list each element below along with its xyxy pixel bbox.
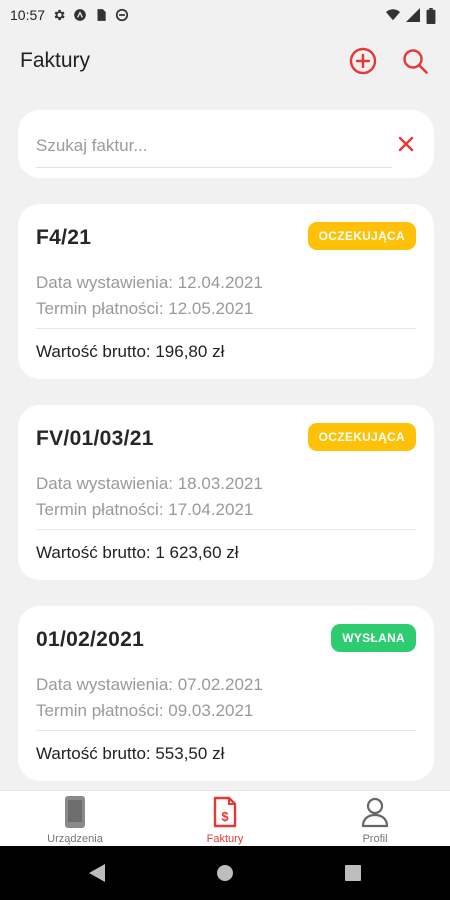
nav-label: Urządzenia [47, 833, 103, 845]
home-button[interactable] [213, 861, 237, 885]
invoice-card[interactable]: F4/21 OCZEKUJĄCA Data wystawienia: 12.04… [18, 204, 434, 379]
sd-card-icon [94, 8, 108, 22]
issue-date: Data wystawienia: 18.03.2021 [36, 474, 263, 493]
search-input[interactable] [36, 130, 392, 168]
invoice-card[interactable]: 01/02/2021 WYSŁANA Data wystawienia: 07.… [18, 606, 434, 781]
nav-label: Faktury [206, 833, 244, 845]
invoice-card[interactable]: FV/01/03/21 OCZEKUJĄCA Data wystawienia:… [18, 405, 434, 580]
battery-icon [426, 8, 440, 24]
divider [36, 328, 416, 329]
recents-icon [345, 865, 361, 881]
status-time: 10:57 [10, 7, 46, 23]
search-card [18, 110, 434, 178]
due-date: Termin płatności: 09.03.2021 [36, 701, 254, 720]
issue-date: Data wystawienia: 07.02.2021 [36, 675, 263, 694]
settings-icon [52, 8, 66, 22]
status-bar: 10:57 [0, 0, 450, 30]
invoice-number: 01/02/2021 [36, 628, 145, 651]
nav-item-profile[interactable]: Profil [300, 791, 450, 846]
search-button[interactable] [400, 46, 430, 76]
device-icon [58, 795, 92, 829]
home-icon [217, 865, 233, 881]
status-badge: WYSŁANA [331, 624, 416, 652]
back-button[interactable] [85, 861, 109, 885]
divider [36, 730, 416, 731]
back-icon [89, 864, 105, 882]
recents-button[interactable] [341, 861, 365, 885]
status-badge: OCZEKUJĄCA [307, 423, 416, 451]
wifi-icon [386, 8, 400, 22]
close-icon [398, 136, 414, 152]
signal-icon [406, 8, 420, 22]
status-left: 10:57 [10, 7, 129, 23]
gross-total: Wartość brutto: 1 623,60 zł [36, 543, 239, 562]
clear-search-button[interactable] [396, 134, 416, 154]
invoice-number: FV/01/03/21 [36, 427, 154, 450]
app-bar: Faktury [0, 30, 450, 92]
bottom-nav: Urządzenia $ Faktury Profil [0, 790, 450, 846]
gross-total: Wartość brutto: 553,50 zł [36, 744, 225, 763]
page-title: Faktury [20, 49, 91, 72]
due-date: Termin płatności: 12.05.2021 [36, 299, 254, 318]
due-date: Termin płatności: 17.04.2021 [36, 500, 254, 519]
nav-item-invoices[interactable]: $ Faktury [150, 791, 300, 846]
invoice-number: F4/21 [36, 226, 92, 249]
notification-icon [73, 8, 87, 22]
status-badge: OCZEKUJĄCA [307, 222, 416, 250]
invoice-list: F4/21 OCZEKUJĄCA Data wystawienia: 12.04… [18, 204, 434, 807]
profile-icon [358, 795, 392, 829]
invoice-icon: $ [208, 795, 242, 829]
add-circle-icon [349, 47, 377, 75]
divider [36, 529, 416, 530]
nav-label: Profil [362, 833, 388, 845]
add-invoice-button[interactable] [348, 46, 378, 76]
status-right [386, 8, 440, 24]
system-nav-bar [0, 846, 450, 900]
issue-date: Data wystawienia: 12.04.2021 [36, 273, 263, 292]
svg-text:$: $ [221, 809, 229, 824]
sync-icon [115, 8, 129, 22]
app-actions [348, 46, 430, 76]
gross-total: Wartość brutto: 196,80 zł [36, 342, 225, 361]
nav-item-devices[interactable]: Urządzenia [0, 791, 150, 846]
search-icon [403, 49, 428, 74]
